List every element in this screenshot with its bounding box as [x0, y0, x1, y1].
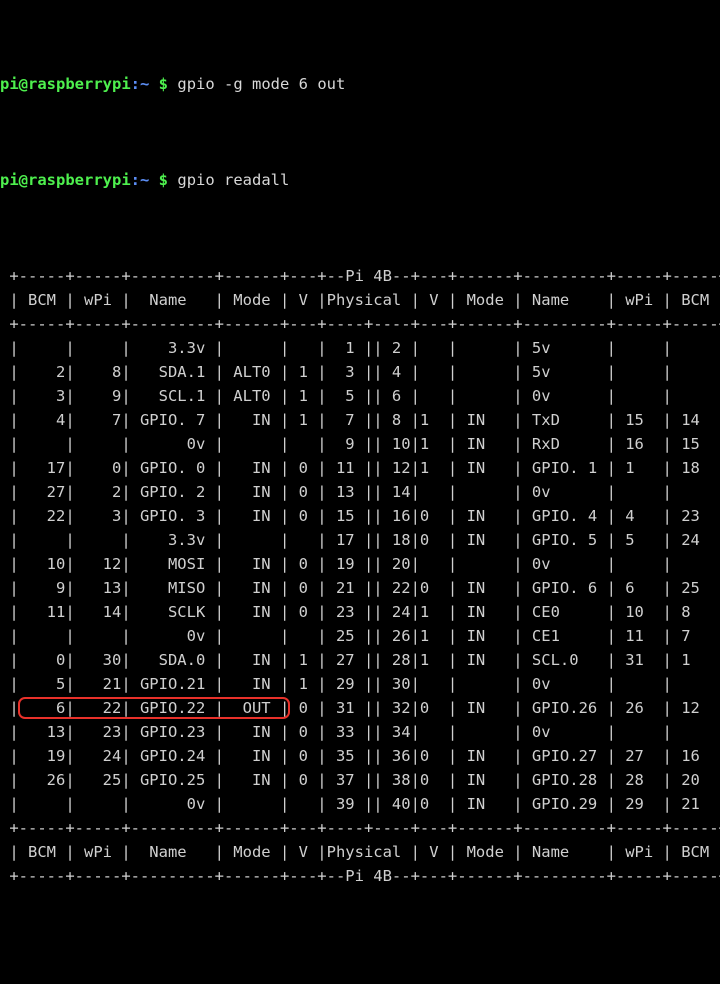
- terminal-window[interactable]: pi@raspberrypi:~ $ gpio -g mode 6 out pi…: [0, 0, 720, 885]
- prompt-user-host-2: pi@raspberrypi: [0, 171, 131, 189]
- prompt-space-3: [149, 171, 158, 189]
- table-row: | 19| 24| GPIO.24 | IN | 0 | 35 || 36|0 …: [0, 747, 720, 765]
- prompt-path-2: :~: [130, 171, 150, 189]
- table-row: | 22| 3| GPIO. 3 | IN | 0 | 15 || 16|0 |…: [0, 507, 720, 525]
- table-row: | 17| 0| GPIO. 0 | IN | 0 | 11 || 12|1 |…: [0, 459, 720, 477]
- table-row: | 2| 8| SDA.1 | ALT0 | 1 | 3 || 4 | | | …: [0, 363, 720, 381]
- command-line-2: pi@raspberrypi:~ $ gpio readall: [0, 168, 720, 192]
- prompt-symbol-2: $: [158, 171, 169, 189]
- table-separator-bottom: +-----+-----+---------+------+---+--Pi 4…: [0, 867, 720, 885]
- table-separator-header: +-----+-----+---------+------+---+----+-…: [0, 315, 720, 333]
- prompt-space-4: [168, 171, 177, 189]
- gpio-readall-table: +-----+-----+---------+------+---+--Pi 4…: [0, 264, 720, 888]
- command-line-1: pi@raspberrypi:~ $ gpio -g mode 6 out: [0, 72, 720, 96]
- table-row: | | | 0v | | | 25 || 26|1 | IN | CE1 | 1…: [0, 627, 720, 645]
- prompt-space-2: [168, 75, 177, 93]
- prompt-path: :~: [130, 75, 150, 93]
- prompt-space-1: [149, 75, 158, 93]
- table-row: | 27| 2| GPIO. 2 | IN | 0 | 13 || 14| | …: [0, 483, 720, 501]
- table-row: | 5| 21| GPIO.21 | IN | 1 | 29 || 30| | …: [0, 675, 720, 693]
- table-row: | 6| 22| GPIO.22 | OUT | 0 | 31 || 32|0 …: [0, 699, 720, 717]
- table-separator-top: +-----+-----+---------+------+---+--Pi 4…: [0, 267, 720, 285]
- table-header-row: | BCM | wPi | Name | Mode | V |Physical …: [0, 291, 720, 309]
- table-row: | | | 0v | | | 39 || 40|0 | IN | GPIO.29…: [0, 795, 720, 813]
- table-row: | 26| 25| GPIO.25 | IN | 0 | 37 || 38|0 …: [0, 771, 720, 789]
- table-footer-row: | BCM | wPi | Name | Mode | V |Physical …: [0, 843, 720, 861]
- table-row: | | | 3.3v | | | 1 || 2 | | | 5v | | |: [0, 339, 720, 357]
- table-row: | 10| 12| MOSI | IN | 0 | 19 || 20| | | …: [0, 555, 720, 573]
- table-row: | 4| 7| GPIO. 7 | IN | 1 | 7 || 8 |1 | I…: [0, 411, 720, 429]
- table-separator-footer: +-----+-----+---------+------+---+----+-…: [0, 819, 720, 837]
- table-row: | 11| 14| SCLK | IN | 0 | 23 || 24|1 | I…: [0, 603, 720, 621]
- command-text-2: gpio readall: [177, 171, 290, 189]
- prompt-symbol-1: $: [158, 75, 169, 93]
- prompt-user-host: pi@raspberrypi: [0, 75, 131, 93]
- table-row: | | | 0v | | | 9 || 10|1 | IN | RxD | 16…: [0, 435, 720, 453]
- table-row: | 0| 30| SDA.0 | IN | 1 | 27 || 28|1 | I…: [0, 651, 720, 669]
- command-text-1: gpio -g mode 6 out: [177, 75, 346, 93]
- table-row: | 3| 9| SCL.1 | ALT0 | 1 | 5 || 6 | | | …: [0, 387, 720, 405]
- table-row: | 9| 13| MISO | IN | 0 | 21 || 22|0 | IN…: [0, 579, 720, 597]
- table-row: | 13| 23| GPIO.23 | IN | 0 | 33 || 34| |…: [0, 723, 720, 741]
